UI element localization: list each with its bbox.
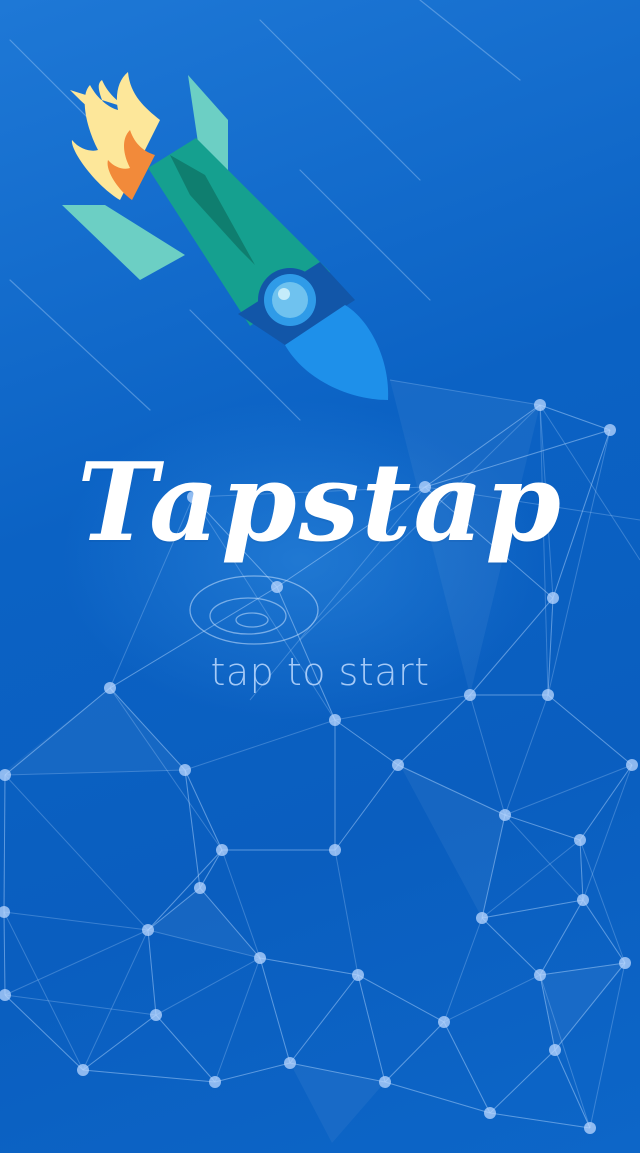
network-node <box>534 399 546 411</box>
tap-ripple-icon <box>189 575 319 645</box>
network-node <box>142 924 154 936</box>
network-node <box>329 844 341 856</box>
network-node <box>574 834 586 846</box>
network-node <box>254 952 266 964</box>
network-node <box>379 1076 391 1088</box>
network-node <box>150 1009 162 1021</box>
network-node <box>547 592 559 604</box>
network-node <box>329 714 341 726</box>
network-node <box>499 809 511 821</box>
network-node <box>604 424 616 436</box>
network-node <box>194 882 206 894</box>
network-node <box>549 1044 561 1056</box>
network-node <box>0 906 10 918</box>
network-node <box>284 1057 296 1069</box>
network-node <box>484 1107 496 1119</box>
network-node <box>534 969 546 981</box>
network-node <box>476 912 488 924</box>
network-node <box>209 1076 221 1088</box>
network-node <box>577 894 589 906</box>
start-screen[interactable]: Tapstap tap to start <box>0 0 640 1153</box>
rocket-icon <box>62 72 389 400</box>
network-node <box>619 957 631 969</box>
tap-to-start-label[interactable]: tap to start <box>0 650 640 694</box>
network-node <box>77 1064 89 1076</box>
network-node <box>584 1122 596 1134</box>
network-node <box>438 1016 450 1028</box>
network-node <box>352 969 364 981</box>
network-node <box>626 759 638 771</box>
network-node <box>179 764 191 776</box>
app-title: Tapstap <box>77 440 563 566</box>
network-node <box>216 844 228 856</box>
network-node <box>392 759 404 771</box>
